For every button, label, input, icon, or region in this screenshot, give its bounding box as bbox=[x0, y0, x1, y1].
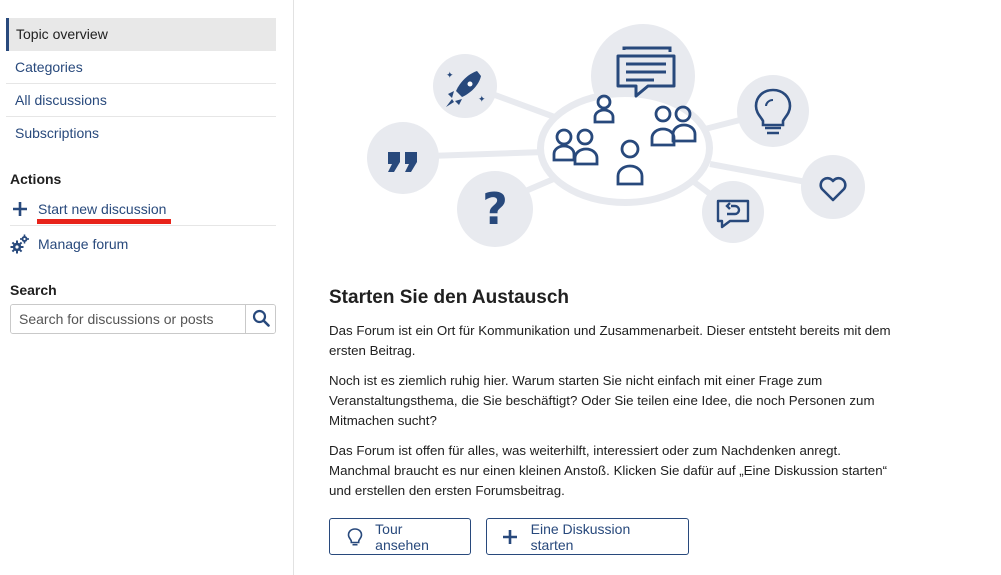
invitation-paragraph: Das Forum ist offen für alles, was weite… bbox=[329, 443, 888, 498]
svg-text:✦: ✦ bbox=[478, 95, 486, 105]
page-title: Starten Sie den Austausch bbox=[329, 287, 570, 308]
tour-button-label: Tour ansehen bbox=[375, 520, 429, 553]
forum-illustration: ✦ ✦ ? bbox=[367, 24, 865, 247]
nav-item-subscriptions[interactable]: Subscriptions bbox=[6, 117, 276, 150]
sidebar-nav: Topic overview Categories All discussion… bbox=[6, 18, 276, 150]
intro-paragraph: Das Forum ist ein Ort für Kommunikation … bbox=[329, 323, 891, 358]
search-box bbox=[10, 304, 276, 334]
search-icon bbox=[252, 309, 270, 330]
plus-icon bbox=[501, 528, 519, 546]
start-discussion-button-label: Eine Diskussion starten bbox=[530, 520, 631, 553]
empty-forum-content: Starten Sie den Austausch Das Forum ist … bbox=[329, 287, 899, 511]
manage-forum-link[interactable]: Manage forum bbox=[10, 227, 276, 260]
manage-forum-label: Manage forum bbox=[38, 235, 129, 252]
tour-button[interactable]: Tour ansehen bbox=[329, 518, 471, 555]
nav-item-all-discussions[interactable]: All discussions bbox=[6, 84, 276, 117]
start-discussion-button[interactable]: Eine Diskussion starten bbox=[486, 518, 689, 555]
search-input[interactable] bbox=[11, 305, 245, 333]
gears-icon bbox=[10, 234, 30, 254]
actions-heading: Actions bbox=[10, 171, 62, 187]
lightbulb-icon bbox=[346, 527, 363, 546]
plus-icon bbox=[10, 199, 30, 219]
question-icon: ? bbox=[482, 184, 508, 235]
svg-text:✦: ✦ bbox=[446, 71, 454, 81]
nav-item-topic-overview[interactable]: Topic overview bbox=[6, 18, 276, 51]
search-heading: Search bbox=[10, 282, 57, 298]
start-new-discussion-label: Start new discussion bbox=[38, 201, 167, 217]
search-button[interactable] bbox=[245, 305, 275, 333]
nav-item-categories[interactable]: Categories bbox=[6, 51, 276, 84]
red-highlight-underline bbox=[37, 219, 171, 224]
suggestion-paragraph: Noch ist es ziemlich ruhig hier. Warum s… bbox=[329, 373, 875, 428]
sidebar: Topic overview Categories All discussion… bbox=[0, 0, 294, 575]
